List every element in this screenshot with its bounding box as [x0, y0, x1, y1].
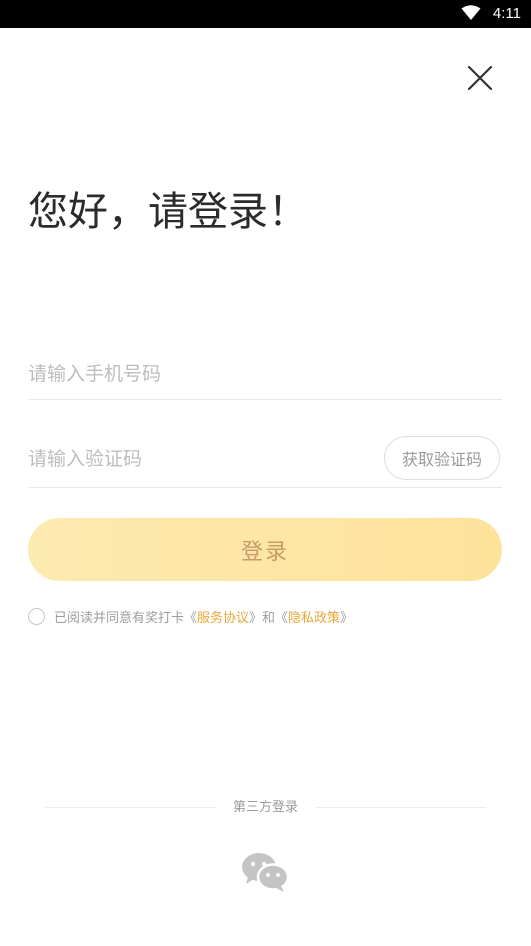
phone-field-row	[28, 346, 502, 400]
agreement-middle: 》和《	[249, 610, 289, 626]
divider-line-right	[316, 807, 486, 808]
agreement-checkbox[interactable]	[28, 607, 45, 625]
privacy-link[interactable]: 隐私政策	[288, 607, 340, 626]
status-bar: 4:11	[0, 0, 531, 28]
close-icon	[467, 65, 493, 91]
verification-code-input[interactable]	[28, 445, 358, 473]
third-party-divider: 第三方登录	[45, 798, 486, 818]
code-field-row: 获取验证码	[28, 432, 502, 488]
close-button[interactable]	[462, 60, 498, 96]
agreement-prefix: 已阅读并同意有奖打卡《	[54, 610, 198, 626]
terms-link[interactable]: 服务协议	[197, 607, 249, 626]
agreement-suffix: 》	[340, 610, 354, 626]
wechat-login-button[interactable]	[240, 850, 290, 894]
phone-input[interactable]	[28, 360, 488, 388]
third-party-label: 第三方登录	[232, 800, 298, 815]
wechat-icon	[242, 853, 290, 892]
get-code-button[interactable]: 获取验证码	[384, 436, 500, 480]
agreement-row: 已阅读并同意有奖打卡《 服务协议 》和《 隐私政策 》	[28, 605, 353, 627]
status-time: 4:11	[492, 5, 521, 22]
page-title: 您好，请登录！	[28, 189, 308, 235]
login-button[interactable]: 登录	[28, 518, 502, 581]
wifi-icon	[461, 5, 481, 20]
